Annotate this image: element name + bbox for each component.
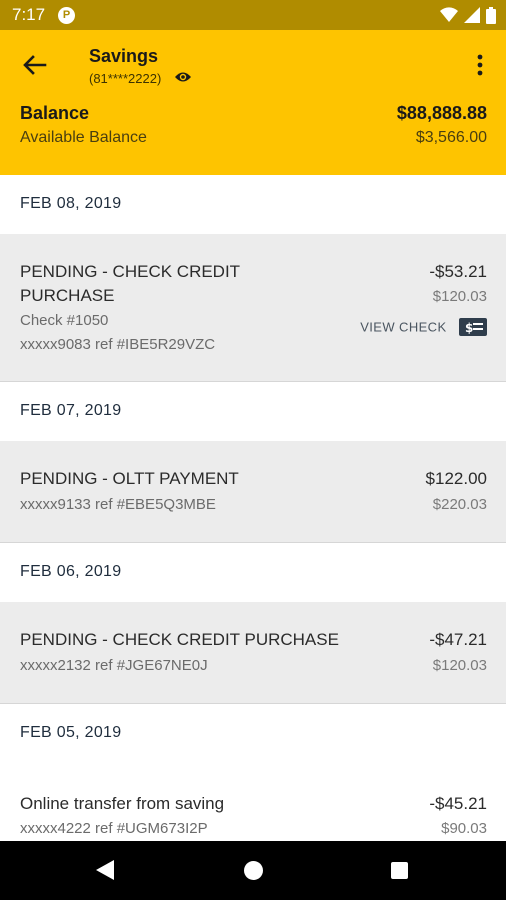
running-balance: $90.03 — [441, 820, 487, 837]
transaction-description: PENDING - CHECK CREDIT PURCHASE — [20, 630, 339, 649]
date-header: FEB 05, 2019 — [0, 704, 506, 763]
view-check-label: VIEW CHECK — [360, 319, 447, 335]
system-nav-bar — [0, 841, 506, 900]
transaction-amount: -$53.21 — [429, 262, 487, 281]
transaction-amount: -$47.21 — [429, 630, 487, 649]
more-vert-icon — [477, 54, 483, 76]
check-icon: $ — [459, 318, 487, 336]
page-title: Savings — [89, 46, 159, 66]
arrow-back-icon — [23, 55, 47, 75]
description-line: PENDING - CHECK CREDIT — [20, 262, 241, 281]
transaction-ref: xxxxx9083 ref #IBE5R29VZC — [20, 336, 216, 353]
eye-icon[interactable] — [174, 70, 192, 84]
check-number: Check #1050 — [20, 312, 109, 329]
transaction-amount: $122.00 — [425, 469, 487, 488]
view-check-button[interactable]: VIEW CHECK $ — [360, 318, 487, 336]
description-line: PURCHASE — [20, 286, 115, 305]
date-label: FEB 07, 2019 — [20, 402, 122, 419]
battery-icon — [486, 7, 496, 24]
account-header: Savings (81****2222) Balance $88,888.88 … — [0, 30, 506, 175]
transaction-row[interactable]: PENDING - OLTT PAYMENT xxxxx9133 ref #EB… — [0, 441, 506, 543]
balance-label: Balance — [20, 103, 90, 123]
transaction-ref: xxxxx9133 ref #EBE5Q3MBE — [20, 496, 216, 513]
date-label: FEB 06, 2019 — [20, 563, 122, 580]
transaction-row[interactable]: PENDING - CHECK CREDIT PURCHASE xxxxx213… — [0, 602, 506, 704]
status-icons — [434, 7, 496, 24]
nav-back-icon[interactable] — [96, 860, 114, 880]
status-time: 7:17 — [12, 5, 46, 24]
svg-text:$: $ — [465, 321, 473, 335]
wifi-icon — [440, 7, 458, 23]
running-balance: $120.03 — [432, 657, 487, 674]
transaction-description: PENDING - OLTT PAYMENT — [20, 469, 239, 488]
more-options-button[interactable] — [471, 52, 489, 78]
nav-home-icon[interactable] — [244, 861, 263, 880]
transaction-ref: xxxxx2132 ref #JGE67NE0J — [20, 657, 208, 674]
signal-icon — [464, 7, 480, 23]
running-balance: $220.03 — [432, 496, 487, 513]
transaction-ref: xxxxx4222 ref #UGM673I2P — [20, 820, 208, 837]
available-balance-label: Available Balance — [20, 129, 147, 146]
balance-value: $88,888.88 — [396, 103, 487, 123]
transaction-description: PENDING - CHECK CREDIT PURCHASE — [20, 260, 240, 308]
date-header: FEB 06, 2019 — [0, 543, 506, 602]
date-header: FEB 08, 2019 — [0, 175, 506, 234]
status-bar: 7:17 P — [0, 0, 506, 30]
transaction-row[interactable]: Online transfer from saving xxxxx4222 re… — [0, 763, 506, 841]
date-label: FEB 08, 2019 — [20, 195, 122, 212]
date-label: FEB 05, 2019 — [20, 724, 122, 741]
available-balance-value: $3,566.00 — [415, 129, 487, 146]
transaction-description: Online transfer from saving — [20, 794, 225, 813]
back-button[interactable] — [20, 52, 50, 78]
transaction-list[interactable]: FEB 08, 2019 PENDING - CHECK CREDIT PURC… — [0, 175, 506, 841]
date-header: FEB 07, 2019 — [0, 382, 506, 441]
transaction-amount: -$45.21 — [429, 794, 487, 813]
nav-recents-icon[interactable] — [391, 862, 408, 879]
app-notification-icon: P — [58, 7, 75, 24]
account-number: (81****2222) — [89, 71, 162, 86]
transaction-row[interactable]: PENDING - CHECK CREDIT PURCHASE Check #1… — [0, 234, 506, 382]
running-balance: $120.03 — [432, 288, 487, 305]
